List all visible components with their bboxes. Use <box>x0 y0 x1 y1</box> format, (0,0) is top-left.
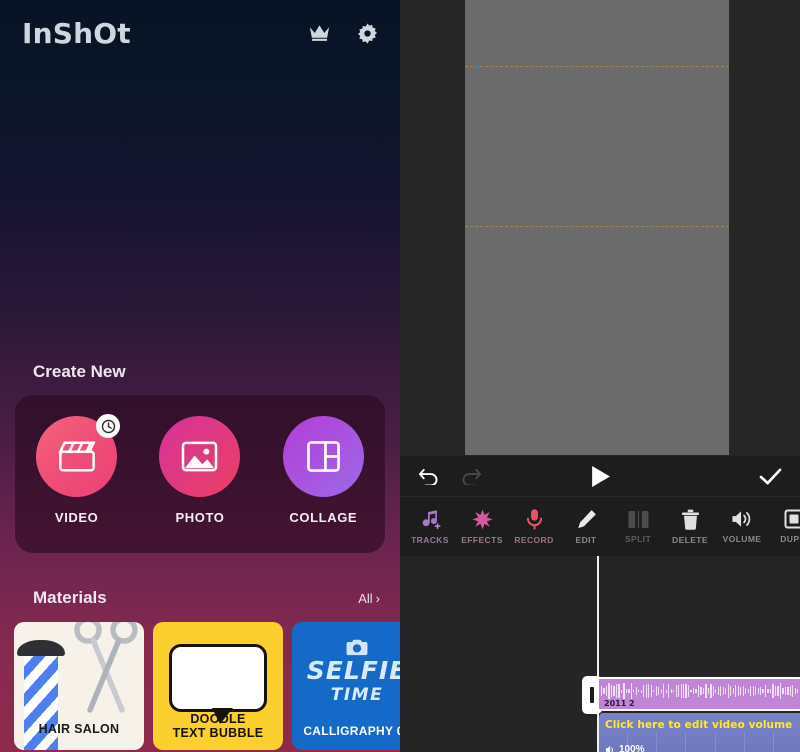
material-card-doodle-text-bubble[interactable]: DOODLE TEXT BUBBLE <box>153 622 283 750</box>
audio-waveform <box>601 683 800 699</box>
material-card-hair-salon[interactable]: HAIR SALON <box>14 622 144 750</box>
transport-left-group <box>418 467 482 485</box>
music-note-plus-icon <box>422 509 440 529</box>
video-clip[interactable]: Click here to edit video volume 100% <box>599 713 800 752</box>
undo-icon[interactable] <box>418 467 439 485</box>
collage-circle <box>282 416 364 497</box>
sparkle-icon <box>471 508 493 529</box>
material-card-label-line2: TEXT BUBBLE <box>172 726 264 740</box>
duplicate-icon <box>784 509 800 529</box>
create-collage-label: COLLAGE <box>289 510 358 525</box>
collage-grid-icon <box>306 441 340 472</box>
calligraphy-art-line1: SELFIE <box>306 656 400 685</box>
alignment-guide-dot-top <box>476 65 480 69</box>
alignment-guide-bottom <box>465 226 729 227</box>
calligraphy-art-line2: TIME <box>330 685 384 705</box>
tool-label: DUPLI <box>780 534 800 544</box>
clock-icon <box>101 419 115 433</box>
tool-tracks[interactable]: TRACKS <box>404 509 456 545</box>
app-topbar: InShOt <box>0 0 400 66</box>
play-icon[interactable] <box>590 465 611 488</box>
materials-row: HAIR SALON DOODLE TEXT BUBBLE SELFIE TIM… <box>14 622 400 750</box>
tool-label: TRACKS <box>411 534 449 545</box>
create-photo-button[interactable]: PHOTO <box>145 416 255 525</box>
speaker-small-icon <box>605 745 614 752</box>
create-collage-button[interactable]: COLLAGE <box>268 416 378 525</box>
check-icon[interactable] <box>759 467 782 486</box>
material-card-calligraphy-01[interactable]: SELFIE TIME CALLIGRAPHY 01 <box>292 622 400 750</box>
create-new-card: VIDEO PHOTO COLLAGE <box>15 395 385 553</box>
speaker-icon <box>732 511 751 527</box>
clip-trim-handle-grip <box>590 687 594 703</box>
app-logo: InShOt <box>22 16 131 50</box>
tool-label: SPLIT <box>624 533 652 544</box>
material-card-label: DOODLE TEXT BUBBLE <box>153 712 283 740</box>
tool-label: VOLUME <box>722 534 762 544</box>
tool-strip: TRACKS EFFECTS RECORD EDIT SPLIT DELETE … <box>400 496 800 556</box>
speech-bubble-icon <box>169 644 267 724</box>
tool-label: EFFECTS <box>461 534 503 545</box>
create-photo-label: PHOTO <box>175 510 225 525</box>
tool-split[interactable]: SPLIT <box>612 510 664 544</box>
trash-icon <box>681 509 699 530</box>
create-new-title: Create New <box>33 362 126 381</box>
scissors-icon <box>74 622 138 713</box>
pencil-icon <box>577 509 596 528</box>
materials-header: Materials All › <box>0 588 400 608</box>
calligraphy-artwork-text: SELFIE TIME <box>292 658 400 708</box>
video-clip-volume-indicator[interactable]: 100% <box>605 744 645 752</box>
audio-clip[interactable]: 2011 2 <box>599 677 800 711</box>
audio-clip-duration: 2011 2 <box>604 699 635 708</box>
barber-pole-cap-icon <box>17 640 65 656</box>
material-card-label: CALLIGRAPHY 01 <box>303 724 400 738</box>
timeline[interactable]: 2011 2 Click here to edit video volume 1… <box>400 556 800 752</box>
tool-record[interactable]: RECORD <box>508 508 560 545</box>
crown-icon[interactable] <box>308 24 331 42</box>
tool-delete[interactable]: DELETE <box>664 509 716 545</box>
chevron-right-icon: › <box>375 590 380 606</box>
tool-label: RECORD <box>514 535 554 545</box>
create-video-label: VIDEO <box>54 510 99 525</box>
inshot-home-panel: InShOt Create New VIDEO PHOTO COLLAGE Ma… <box>0 0 400 752</box>
video-clip-hint-label: Click here to edit video volume <box>605 719 793 731</box>
tool-edit[interactable]: EDIT <box>560 509 612 545</box>
video-clip-volume-value: 100% <box>619 744 645 752</box>
materials-all-link[interactable]: All › <box>358 591 380 606</box>
image-icon <box>182 441 218 472</box>
film-clapper-icon <box>58 441 96 472</box>
create-video-button[interactable]: VIDEO <box>22 414 132 525</box>
tool-label: DELETE <box>672 534 708 545</box>
split-icon <box>628 510 648 528</box>
material-card-label-line1: DOODLE <box>190 712 246 726</box>
tool-volume[interactable]: VOLUME <box>716 509 768 544</box>
alignment-guide-top <box>465 66 729 67</box>
material-card-label: HAIR SALON <box>38 722 120 736</box>
tool-label: EDIT <box>575 534 597 545</box>
clock-badge <box>96 414 121 438</box>
materials-title: Materials <box>33 588 107 607</box>
transport-bar <box>400 456 800 496</box>
video-editor-panel: 2022 THE YEAR OF DOUBLE-DOUBLE Restorati… <box>400 0 800 752</box>
transport-right-group <box>759 467 782 486</box>
app-root: InShOt Create New VIDEO PHOTO COLLAGE Ma… <box>0 0 800 752</box>
gear-icon[interactable] <box>357 22 378 44</box>
microphone-icon <box>526 509 542 530</box>
photo-circle <box>159 416 241 497</box>
materials-all-label: All <box>358 590 373 606</box>
tool-effects[interactable]: EFFECTS <box>456 508 508 545</box>
preview-area: 2022 THE YEAR OF DOUBLE-DOUBLE Restorati… <box>400 0 800 456</box>
video-canvas[interactable]: 2022 THE YEAR OF DOUBLE-DOUBLE Restorati… <box>465 0 729 455</box>
redo-icon[interactable] <box>461 467 482 485</box>
video-circle <box>36 414 121 497</box>
tool-duplicate[interactable]: DUPLI <box>768 509 800 544</box>
